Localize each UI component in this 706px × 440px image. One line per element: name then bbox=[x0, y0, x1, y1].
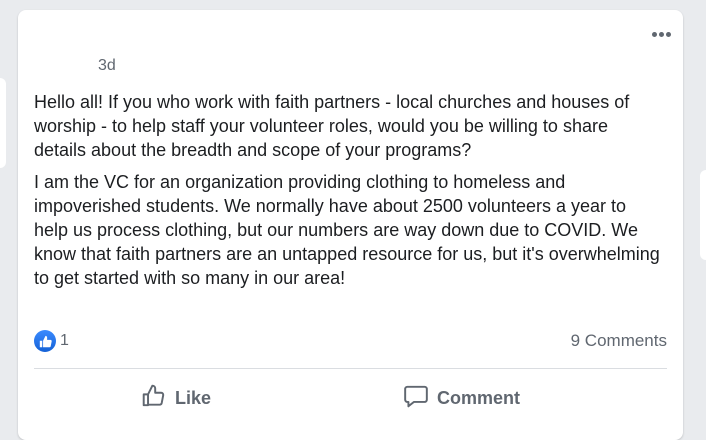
post-paragraph: I am the VC for an organization providin… bbox=[34, 172, 660, 288]
adjacent-card-edge-right bbox=[700, 170, 706, 260]
comment-button[interactable]: Comment bbox=[403, 380, 520, 416]
reaction-count: 1 bbox=[60, 332, 69, 349]
thumbs-up-icon bbox=[34, 330, 56, 352]
divider bbox=[34, 368, 667, 369]
post-body: Hello all! If you who work with faith pa… bbox=[34, 90, 664, 298]
comment-button-label: Comment bbox=[437, 387, 521, 408]
post-paragraph: Hello all! If you who work with faith pa… bbox=[34, 92, 630, 160]
like-button-label: Like bbox=[175, 387, 212, 408]
reactions-summary[interactable]: 1 bbox=[34, 330, 69, 352]
comments-count-link[interactable]: 9 Comments bbox=[571, 331, 667, 351]
post-card: 3d Hello all! If you who work with faith… bbox=[18, 10, 683, 440]
thumbs-up-outline-icon bbox=[141, 383, 167, 414]
adjacent-card-edge-left bbox=[0, 78, 6, 168]
speech-bubble-icon bbox=[403, 383, 429, 414]
more-options-icon bbox=[651, 31, 657, 37]
more-options-button[interactable] bbox=[647, 24, 675, 44]
post-timestamp[interactable]: 3d bbox=[98, 57, 116, 75]
like-button[interactable]: Like bbox=[141, 380, 211, 416]
